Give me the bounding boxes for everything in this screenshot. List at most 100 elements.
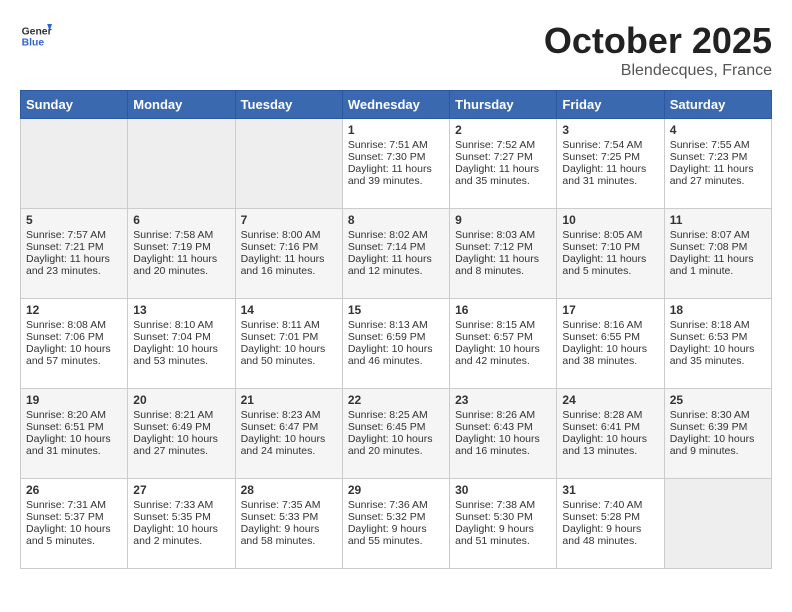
sunset-text: Sunset: 7:04 PM bbox=[133, 331, 211, 343]
day-cell: 12Sunrise: 8:08 AMSunset: 7:06 PMDayligh… bbox=[21, 299, 128, 389]
sunset-text: Sunset: 7:12 PM bbox=[455, 241, 533, 253]
day-cell: 10Sunrise: 8:05 AMSunset: 7:10 PMDayligh… bbox=[557, 209, 664, 299]
sunrise-text: Sunrise: 8:13 AM bbox=[348, 319, 428, 331]
day-cell: 11Sunrise: 8:07 AMSunset: 7:08 PMDayligh… bbox=[664, 209, 771, 299]
column-header-thursday: Thursday bbox=[450, 91, 557, 119]
day-number: 24 bbox=[562, 393, 658, 407]
day-cell: 19 Sunrise: 8:20 AMSunset: 6:51 PMDayligh… bbox=[21, 389, 128, 479]
sunset-text: Sunset: 6:43 PM bbox=[455, 421, 533, 433]
logo-icon: General Blue bbox=[20, 20, 52, 52]
daylight-text: Daylight: 10 hours and 57 minutes. bbox=[26, 343, 111, 367]
day-number: 5 bbox=[26, 213, 122, 227]
sunset-text: Sunset: 6:39 PM bbox=[670, 421, 748, 433]
svg-text:Blue: Blue bbox=[22, 38, 45, 49]
daylight-text: Daylight: 11 hours and 39 minutes. bbox=[348, 163, 432, 187]
day-number: 20 bbox=[133, 393, 229, 407]
day-cell: 14Sunrise: 8:11 AMSunset: 7:01 PMDayligh… bbox=[235, 299, 342, 389]
week-row-4: 19Sunrise: 8:20 AMSunset: 6:51 PMDayligh… bbox=[21, 389, 772, 479]
sunset-text: Sunset: 5:28 PM bbox=[562, 511, 640, 523]
day-cell: 9Sunrise: 8:03 AMSunset: 7:12 PMDaylight… bbox=[450, 209, 557, 299]
column-header-friday: Friday bbox=[557, 91, 664, 119]
sunrise-text: Sunrise: 8:03 AM bbox=[455, 229, 535, 241]
sunset-text: Sunset: 7:30 PM bbox=[348, 151, 426, 163]
sunset-text: Sunset: 7:06 PM bbox=[26, 331, 104, 343]
day-cell: 23Sunrise: 8:26 AMSunset: 6:43 PMDayligh… bbox=[450, 389, 557, 479]
sunrise-text: Sunrise: 8:05 AM bbox=[562, 229, 642, 241]
daylight-text: Daylight: 10 hours and 5 minutes. bbox=[26, 523, 111, 547]
sunset-text: Sunset: 6:51 PM bbox=[26, 421, 104, 433]
day-cell: 5Sunrise: 7:57 AMSunset: 7:21 PMDaylight… bbox=[21, 209, 128, 299]
day-number: 31 bbox=[562, 483, 658, 497]
daylight-text: Daylight: 10 hours and 9 minutes. bbox=[670, 433, 755, 457]
day-cell: 20Sunrise: 8:21 AMSunset: 6:49 PMDayligh… bbox=[128, 389, 235, 479]
daylight-text: Daylight: 11 hours and 23 minutes. bbox=[26, 253, 110, 277]
day-number: 1 bbox=[348, 123, 444, 137]
sunrise-text: Sunrise: 8:18 AM bbox=[670, 319, 750, 331]
day-cell: 7Sunrise: 8:00 AMSunset: 7:16 PMDaylight… bbox=[235, 209, 342, 299]
daylight-text: Daylight: 9 hours and 58 minutes. bbox=[241, 523, 320, 547]
day-number: 29 bbox=[348, 483, 444, 497]
sunrise-text: Sunrise: 8:07 AM bbox=[670, 229, 750, 241]
daylight-text: Daylight: 10 hours and 53 minutes. bbox=[133, 343, 218, 367]
svg-text:General: General bbox=[22, 26, 52, 37]
sunrise-text: Sunrise: 7:52 AM bbox=[455, 139, 535, 151]
day-number: 2 bbox=[455, 123, 551, 137]
logo: General Blue bbox=[20, 20, 52, 52]
daylight-text: Daylight: 10 hours and 13 minutes. bbox=[562, 433, 647, 457]
daylight-text: Daylight: 10 hours and 20 minutes. bbox=[348, 433, 433, 457]
column-header-monday: Monday bbox=[128, 91, 235, 119]
day-number: 10 bbox=[562, 213, 658, 227]
day-cell: 13Sunrise: 8:10 AMSunset: 7:04 PMDayligh… bbox=[128, 299, 235, 389]
sunrise-text: Sunrise: 7:38 AM bbox=[455, 499, 535, 511]
day-number: 15 bbox=[348, 303, 444, 317]
daylight-text: Daylight: 10 hours and 50 minutes. bbox=[241, 343, 326, 367]
sunset-text: Sunset: 6:57 PM bbox=[455, 331, 533, 343]
column-header-tuesday: Tuesday bbox=[235, 91, 342, 119]
day-number: 4 bbox=[670, 123, 766, 137]
day-number: 30 bbox=[455, 483, 551, 497]
sunset-text: Sunset: 6:41 PM bbox=[562, 421, 640, 433]
sunset-text: Sunset: 6:53 PM bbox=[670, 331, 748, 343]
column-header-wednesday: Wednesday bbox=[342, 91, 449, 119]
daylight-text: Daylight: 9 hours and 55 minutes. bbox=[348, 523, 427, 547]
day-number: 26 bbox=[26, 483, 122, 497]
daylight-text: Daylight: 10 hours and 31 minutes. bbox=[26, 433, 111, 457]
sunset-text: Sunset: 6:47 PM bbox=[241, 421, 319, 433]
sunrise-text: Sunrise: 7:31 AM bbox=[26, 499, 106, 511]
sunrise-text: Sunrise: 7:40 AM bbox=[562, 499, 642, 511]
sunrise-text: Sunrise: 8:02 AM bbox=[348, 229, 428, 241]
day-cell: 28Sunrise: 7:35 AMSunset: 5:33 PMDayligh… bbox=[235, 479, 342, 569]
daylight-text: Daylight: 11 hours and 31 minutes. bbox=[562, 163, 646, 187]
day-cell: 16Sunrise: 8:15 AMSunset: 6:57 PMDayligh… bbox=[450, 299, 557, 389]
sunset-text: Sunset: 7:21 PM bbox=[26, 241, 104, 253]
day-cell bbox=[21, 119, 128, 209]
day-cell bbox=[128, 119, 235, 209]
day-number: 18 bbox=[670, 303, 766, 317]
day-number: 21 bbox=[241, 393, 337, 407]
day-number: 11 bbox=[670, 213, 766, 227]
sunrise-text: Sunrise: 8:20 AM bbox=[26, 409, 106, 421]
location: Blendecques, France bbox=[544, 62, 772, 80]
day-cell: 15Sunrise: 8:13 AMSunset: 6:59 PMDayligh… bbox=[342, 299, 449, 389]
day-number: 19 bbox=[26, 393, 122, 407]
sunset-text: Sunset: 5:32 PM bbox=[348, 511, 426, 523]
day-cell: 1Sunrise: 7:51 AMSunset: 7:30 PMDaylight… bbox=[342, 119, 449, 209]
day-number: 14 bbox=[241, 303, 337, 317]
day-cell: 18Sunrise: 8:18 AMSunset: 6:53 PMDayligh… bbox=[664, 299, 771, 389]
calendar-table: SundayMondayTuesdayWednesdayThursdayFrid… bbox=[20, 90, 772, 569]
sunrise-text: Sunrise: 8:26 AM bbox=[455, 409, 535, 421]
day-cell bbox=[235, 119, 342, 209]
header-row: SundayMondayTuesdayWednesdayThursdayFrid… bbox=[21, 91, 772, 119]
sunset-text: Sunset: 6:45 PM bbox=[348, 421, 426, 433]
sunrise-text: Sunrise: 7:35 AM bbox=[241, 499, 321, 511]
sunset-text: Sunset: 7:14 PM bbox=[348, 241, 426, 253]
sunset-text: Sunset: 5:33 PM bbox=[241, 511, 319, 523]
day-number: 8 bbox=[348, 213, 444, 227]
sunrise-text: Sunrise: 8:23 AM bbox=[241, 409, 321, 421]
sunset-text: Sunset: 7:01 PM bbox=[241, 331, 319, 343]
daylight-text: Daylight: 11 hours and 35 minutes. bbox=[455, 163, 539, 187]
sunrise-text: Sunrise: 7:58 AM bbox=[133, 229, 213, 241]
daylight-text: Daylight: 11 hours and 8 minutes. bbox=[455, 253, 539, 277]
sunrise-text: Sunrise: 8:30 AM bbox=[670, 409, 750, 421]
day-cell: 27Sunrise: 7:33 AMSunset: 5:35 PMDayligh… bbox=[128, 479, 235, 569]
